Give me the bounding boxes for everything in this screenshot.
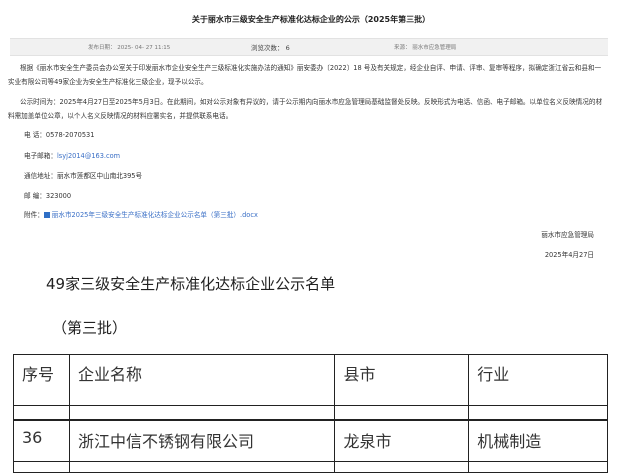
email-label: 电子邮箱： [24, 152, 57, 160]
phone-label: 电 话： [24, 131, 46, 139]
signature-org: 丽水市应急管理局 [541, 231, 594, 239]
view-count-value: 6 [285, 44, 290, 52]
article-source: 来源： 丽水市应急管理局 [394, 45, 457, 51]
attachment-link[interactable]: 丽水市2025年三级安全生产标准化达标企业公示名单（第三批）.docx [52, 211, 258, 219]
column-header-index: 序号 [13, 354, 70, 406]
article-meta-bar: 发布日期： 2025- 04- 27 11:15 浏览次数： 6 来源： 丽水市… [10, 38, 608, 56]
column-header-company: 企业名称 [68, 354, 336, 406]
attachment-label: 附件： [24, 211, 44, 219]
list-title: 49家三级安全生产标准化达标企业公示名单 [46, 275, 336, 293]
contact-email: 电子邮箱：lsyj2014@163.com [24, 150, 120, 160]
view-count: 浏览次数： 6 [251, 42, 290, 52]
postcode-value: 323000 [45, 192, 72, 200]
row-industry: 机械制造 [468, 419, 608, 462]
row-county: 龙泉市 [334, 419, 470, 462]
phone-value: 0578-2070531 [45, 131, 95, 139]
column-header-industry: 行业 [468, 354, 608, 406]
table-row: 36 浙江中信不锈钢有限公司 龙泉市 机械制造 [13, 419, 608, 462]
signature-date: 2025年4月27日 [544, 251, 594, 259]
address-label: 通信地址： [24, 172, 57, 180]
publish-date: 发布日期： 2025- 04- 27 11:15 [88, 45, 171, 51]
address-value: 丽水市莲都区中山南北395号 [56, 172, 143, 180]
email-link[interactable]: lsyj2014@163.com [57, 152, 120, 160]
body-paragraph-basis: 根据《丽水市安全生产委员会办公室关于印发丽水市企业安全生产三级标准化实施办法的通… [8, 64, 602, 86]
table-row-partial [13, 461, 608, 473]
column-header-county: 县市 [334, 354, 470, 406]
body-paragraph-period: 公示时间为：2025年4月27日至2025年5月3日。在此期间，如对公示对象有异… [8, 98, 603, 120]
page-title: 关于丽水市三级安全生产标准化达标企业的公示（2025年第三批） [191, 15, 431, 24]
company-table: 序号 企业名称 县市 行业 36 浙江中信不锈钢有限公司 龙泉市 机械制造 [13, 354, 608, 473]
attachment-line: 附件： 丽水市2025年三级安全生产标准化达标企业公示名单（第三批）.docx [24, 209, 258, 219]
list-subtitle: （第三批） [52, 319, 128, 337]
contact-phone: 电 话：0578-2070531 [24, 129, 94, 139]
table-header-row: 序号 企业名称 县市 行业 [13, 354, 608, 406]
contact-postcode: 邮 编：323000 [24, 190, 71, 200]
postcode-label: 邮 编： [24, 192, 46, 200]
contact-address: 通信地址：丽水市莲都区中山南北395号 [24, 170, 142, 180]
view-count-label: 浏览次数： [251, 44, 284, 52]
document-icon [43, 212, 50, 218]
table-spacer-row [13, 405, 608, 421]
row-company: 浙江中信不锈钢有限公司 [68, 419, 336, 462]
row-index: 36 [13, 419, 70, 462]
